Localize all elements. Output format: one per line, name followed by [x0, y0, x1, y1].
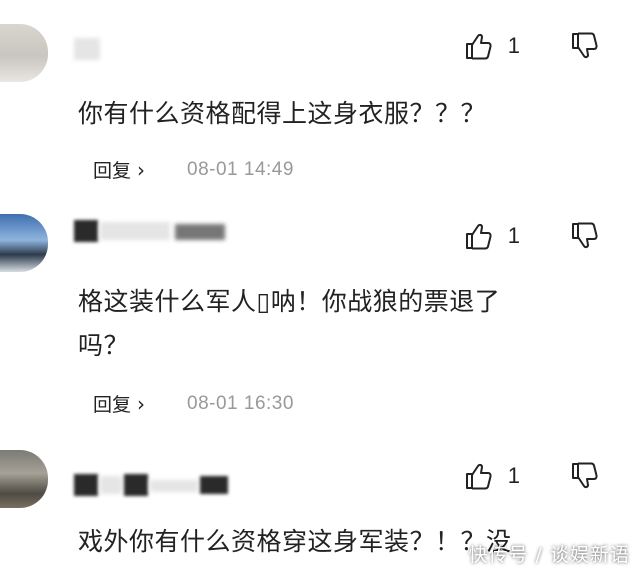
comment-actions: 1 [464, 216, 600, 256]
comment-meta: 回复 › 08-01 14:49 [93, 156, 294, 183]
username-blurred [100, 222, 170, 240]
chevron-right-icon: › [137, 158, 146, 182]
username-blurred[interactable] [74, 38, 100, 60]
thumbs-down-icon[interactable] [570, 221, 600, 251]
chevron-right-icon: › [137, 392, 146, 416]
comment-text-line-2: 吗？ [78, 331, 130, 360]
thumbs-up-icon[interactable] [464, 31, 494, 61]
avatar[interactable] [0, 450, 48, 508]
user-badge-blurred [200, 476, 228, 494]
thumbs-down-icon[interactable] [570, 31, 600, 61]
thumbs-down-icon[interactable] [570, 461, 600, 491]
comment-actions: 1 [464, 456, 600, 496]
username-blurred [124, 474, 148, 496]
comment-actions: 1 [464, 26, 600, 66]
reply-button[interactable]: 回复 › [93, 156, 145, 183]
username-blurred [100, 476, 122, 494]
avatar[interactable] [0, 24, 48, 82]
username-blurred[interactable] [74, 474, 98, 496]
reply-label: 回复 [93, 160, 132, 182]
like-count: 1 [507, 223, 520, 248]
comment-text-line-1: 格这装什么军人▯呐！你战狼的票退了 [78, 287, 501, 316]
thumbs-up-icon[interactable] [464, 221, 494, 251]
thumbs-up-icon[interactable] [464, 461, 494, 491]
user-badge-blurred [175, 224, 225, 240]
comment-meta: 回复 › 08-01 16:30 [93, 390, 294, 417]
timestamp: 08-01 16:30 [187, 392, 294, 414]
like-count: 1 [507, 463, 520, 488]
reply-label: 回复 [93, 394, 132, 416]
source-watermark: 快传号 / 谈娱新语 [468, 544, 630, 566]
avatar[interactable] [0, 214, 48, 272]
username-blurred[interactable] [74, 220, 98, 242]
user-badge-blurred [150, 480, 198, 492]
comment-text: 你有什么资格配得上这身衣服？？？ [78, 99, 487, 128]
reply-button[interactable]: 回复 › [93, 390, 145, 417]
like-count: 1 [507, 33, 520, 58]
timestamp: 08-01 14:49 [187, 158, 294, 180]
comment-text: 戏外你有什么资格穿这身军装？！？没 [78, 527, 512, 556]
